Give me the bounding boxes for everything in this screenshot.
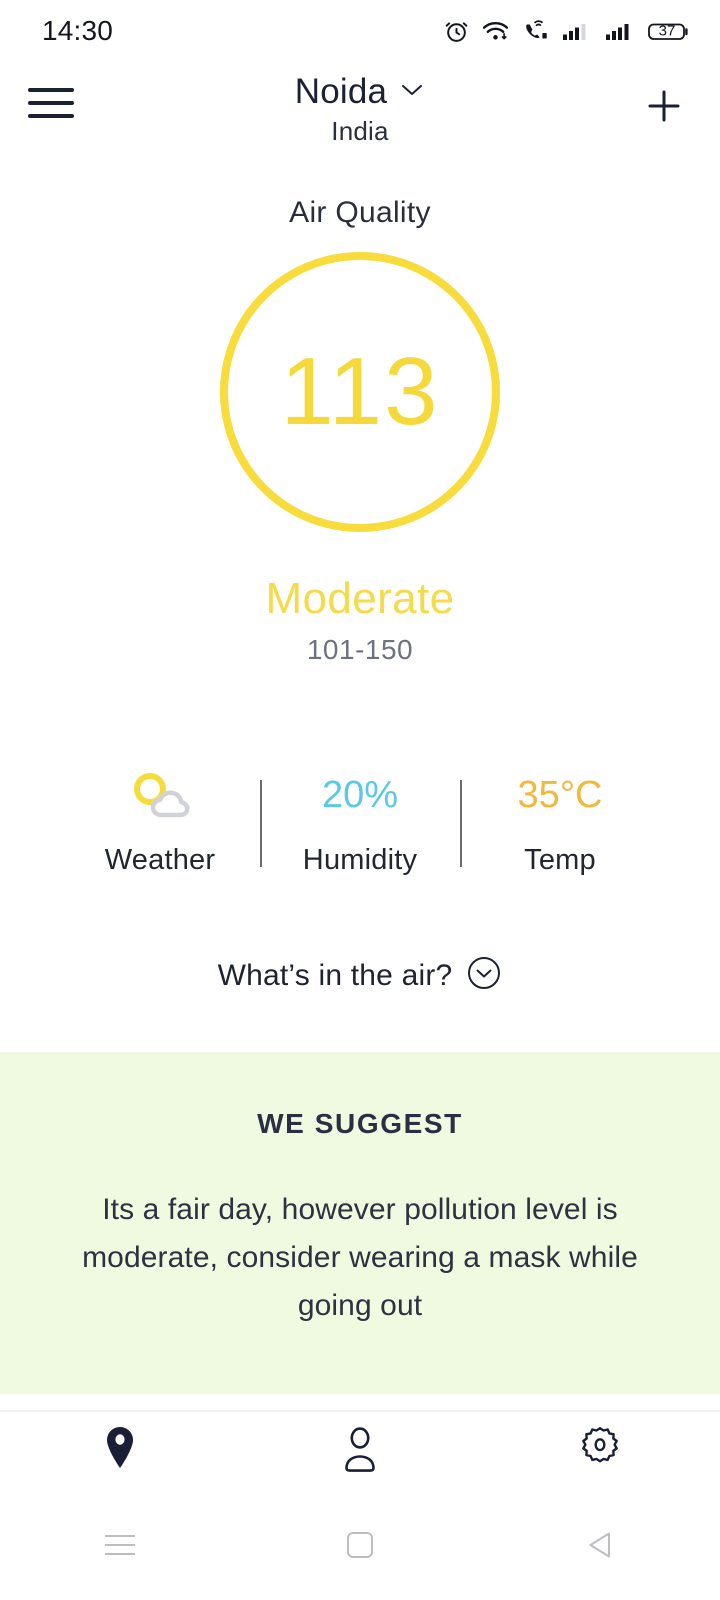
location-header: Noida India (0, 72, 720, 147)
app-bar: Noida India (0, 62, 720, 148)
stat-weather: Weather (60, 752, 260, 877)
alarm-icon (444, 19, 469, 44)
aqi-gauge: 113 (0, 252, 720, 532)
plus-icon (648, 90, 680, 122)
wifi-icon (482, 19, 509, 44)
stat-temp: 35°C Temp (460, 752, 660, 877)
aqi-category: Moderate (265, 574, 455, 623)
chevron-down-icon (399, 82, 425, 103)
nav-item-profile[interactable] (240, 1424, 480, 1479)
whats-in-the-air-toggle[interactable]: What’s in the air? (0, 955, 720, 996)
aqi-ring: 113 (220, 252, 500, 532)
country-name: India (331, 116, 389, 146)
home-icon (347, 1532, 373, 1558)
battery-level-text: 37 (658, 22, 676, 40)
stat-label: Humidity (302, 844, 418, 876)
status-bar: 14:30 37 (0, 0, 720, 62)
weather-stats-row: Weather 20% Humidity 35°C Temp (0, 752, 720, 877)
status-time: 14:30 (42, 15, 114, 46)
chevron-down-circle-icon[interactable] (466, 955, 502, 996)
nav-item-settings[interactable] (480, 1425, 720, 1478)
stat-label: Temp (524, 844, 596, 876)
stat-value: 20% (321, 774, 399, 816)
whats-in-the-air-label: What’s in the air? (217, 958, 453, 992)
settings-gear-icon (576, 1425, 624, 1478)
hamburger-menu-icon[interactable] (28, 76, 74, 118)
system-recents-button[interactable] (0, 1535, 240, 1555)
nav-item-location[interactable] (0, 1423, 240, 1480)
aqi-value: 113 (280, 338, 440, 445)
aqi-range: 101-150 (306, 634, 414, 665)
location-pin-icon (99, 1423, 141, 1480)
battery-icon: 37 (648, 19, 690, 44)
hamburger-line (28, 101, 74, 105)
back-icon (587, 1530, 613, 1560)
hamburger-line (28, 88, 74, 92)
status-bar-icons: 37 (444, 19, 690, 44)
city-selector[interactable]: Noida (295, 72, 425, 112)
stat-value: 35°C (517, 774, 603, 816)
hamburger-line (28, 114, 74, 118)
signal-one-icon (562, 19, 592, 44)
stat-label: Weather (104, 844, 216, 876)
user-profile-icon (337, 1424, 383, 1479)
city-name: Noida (294, 72, 388, 111)
system-back-button[interactable] (480, 1530, 720, 1560)
suggestion-panel: WE SUGGEST Its a fair day, however pollu… (0, 1052, 720, 1394)
recents-icon (105, 1535, 135, 1555)
stat-humidity: 20% Humidity (260, 752, 460, 877)
partly-cloudy-icon (123, 766, 197, 824)
add-location-button[interactable] (642, 76, 686, 133)
system-home-button[interactable] (240, 1532, 480, 1558)
suggestion-body: Its a fair day, however pollution level … (82, 1193, 638, 1322)
page-title: Air Quality (289, 196, 431, 229)
suggestion-title: WE SUGGEST (257, 1108, 463, 1139)
signal-two-icon (605, 19, 635, 44)
vowifi-call-icon (522, 19, 549, 44)
android-system-navigation (0, 1490, 720, 1600)
bottom-navigation-bar (0, 1410, 720, 1490)
